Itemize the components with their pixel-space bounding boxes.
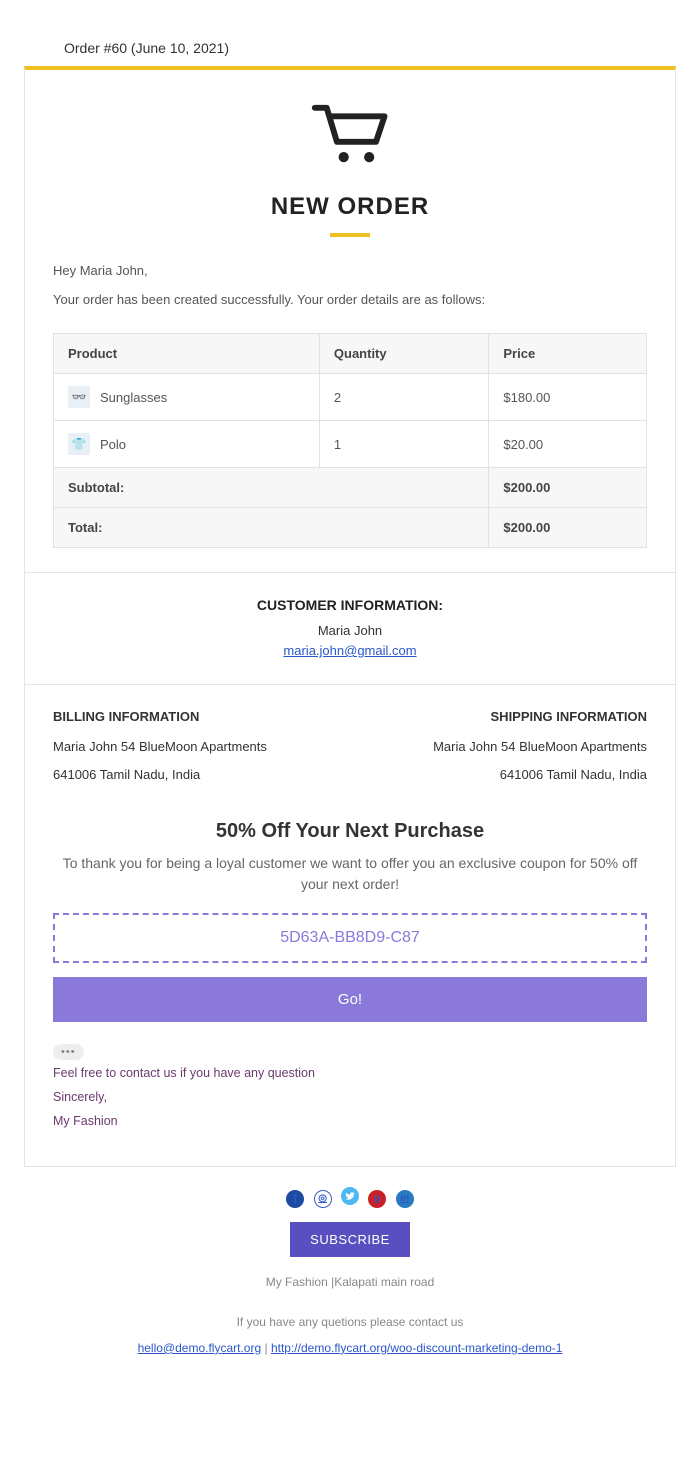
promo-title: 50% Off Your Next Purchase xyxy=(53,820,647,843)
th-price: Price xyxy=(489,334,647,374)
coupon-code: 5D63A-BB8D9-C87 xyxy=(53,913,647,963)
promo-desc: To thank you for being a loyal customer … xyxy=(53,853,647,895)
product-price: $180.00 xyxy=(489,374,647,421)
title-underline xyxy=(330,233,370,237)
subscribe-button[interactable]: SUBSCRIBE xyxy=(290,1222,410,1257)
table-row: 👓 Sunglasses 2 $180.00 xyxy=(54,374,647,421)
customer-email-link[interactable]: maria.john@gmail.com xyxy=(283,643,416,658)
total-label: Total: xyxy=(54,508,489,548)
closing-brand: My Fashion xyxy=(53,1114,647,1128)
product-qty: 2 xyxy=(319,374,488,421)
cart-icon xyxy=(308,100,393,175)
footer-sep: | xyxy=(261,1341,271,1355)
footer-question: If you have any quetions please contact … xyxy=(64,1313,636,1331)
new-order-title: NEW ORDER xyxy=(45,193,655,221)
greeting-text: Hey Maria John, xyxy=(53,263,647,278)
ellipsis-icon: ••• xyxy=(53,1044,84,1060)
shipping-line1: Maria John 54 BlueMoon Apartments xyxy=(433,738,647,756)
product-price: $20.00 xyxy=(489,421,647,468)
linkedin-icon[interactable]: in xyxy=(396,1190,414,1208)
product-qty: 1 xyxy=(319,421,488,468)
polo-icon: 👕 xyxy=(68,433,90,455)
social-row: f ◎ p in xyxy=(64,1187,636,1208)
email-card: NEW ORDER Hey Maria John, Your order has… xyxy=(24,66,676,1167)
order-table: Product Quantity Price 👓 Sunglasses xyxy=(53,333,647,548)
sunglasses-icon: 👓 xyxy=(68,386,90,408)
th-product: Product xyxy=(54,334,320,374)
billing-line2: 641006 Tamil Nadu, India xyxy=(53,766,267,784)
shipping-line2: 641006 Tamil Nadu, India xyxy=(433,766,647,784)
total-row: Total: $200.00 xyxy=(54,508,647,548)
closing-contact: Feel free to contact us if you have any … xyxy=(53,1066,647,1080)
billing-line1: Maria John 54 BlueMoon Apartments xyxy=(53,738,267,756)
intro-text: Your order has been created successfully… xyxy=(53,292,647,307)
facebook-icon[interactable]: f xyxy=(286,1190,304,1208)
subtotal-row: Subtotal: $200.00 xyxy=(54,468,647,508)
shipping-block: SHIPPING INFORMATION Maria John 54 BlueM… xyxy=(433,709,647,794)
order-header: Order #60 (June 10, 2021) xyxy=(24,40,676,56)
closing-sincerely: Sincerely, xyxy=(53,1090,647,1104)
shipping-title: SHIPPING INFORMATION xyxy=(433,709,647,724)
billing-block: BILLING INFORMATION Maria John 54 BlueMo… xyxy=(53,709,267,794)
product-name: Sunglasses xyxy=(100,390,167,405)
subtotal-label: Subtotal: xyxy=(54,468,489,508)
pinterest-icon[interactable]: p xyxy=(368,1190,386,1208)
footer-address: My Fashion |Kalapati main road xyxy=(64,1273,636,1291)
twitter-icon[interactable] xyxy=(341,1187,359,1205)
customer-name: Maria John xyxy=(45,623,655,638)
billing-title: BILLING INFORMATION xyxy=(53,709,267,724)
table-row: 👕 Polo 1 $20.00 xyxy=(54,421,647,468)
product-name: Polo xyxy=(100,437,126,452)
instagram-icon[interactable]: ◎ xyxy=(314,1190,332,1208)
customer-info-title: CUSTOMER INFORMATION: xyxy=(45,597,655,613)
footer-url-link[interactable]: http://demo.flycart.org/woo-discount-mar… xyxy=(271,1341,562,1355)
total-value: $200.00 xyxy=(489,508,647,548)
footer-email-link[interactable]: hello@demo.flycart.org xyxy=(138,1341,262,1355)
subtotal-value: $200.00 xyxy=(489,468,647,508)
go-button[interactable]: Go! xyxy=(53,977,647,1022)
th-quantity: Quantity xyxy=(319,334,488,374)
